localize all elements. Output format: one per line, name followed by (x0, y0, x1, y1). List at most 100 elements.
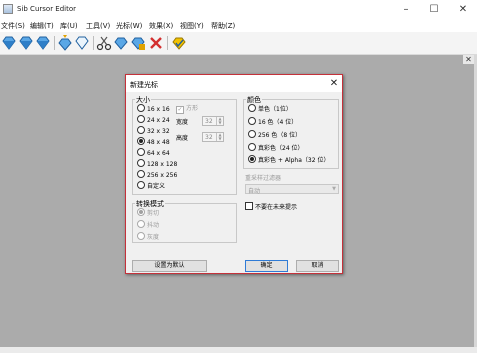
checkbox-box[interactable] (245, 202, 253, 210)
option-label: 128 x 128 (147, 161, 178, 168)
dialog-title: 新建光标 (130, 81, 158, 89)
radio-button[interactable] (137, 220, 145, 228)
option-label: 256 色（8 位） (258, 132, 302, 139)
app-icon (3, 4, 13, 14)
spinner-arrows-icon[interactable]: ▲ ▼ (216, 133, 223, 141)
checkmark-icon: ✓ (176, 106, 184, 114)
size-option-16[interactable]: 16 x 16 (137, 104, 170, 114)
height-value: 32 (205, 134, 213, 141)
size-option-64[interactable]: 64 x 64 (137, 148, 170, 158)
gem-icon[interactable] (113, 35, 129, 51)
gem-outline-icon[interactable] (74, 35, 90, 51)
ok-button[interactable]: 确定 (245, 260, 288, 272)
color-option-16[interactable]: 16 色（4 位） (248, 117, 297, 127)
option-label: 自定义 (147, 183, 166, 190)
height-label: 高度 (176, 135, 189, 142)
filter-label: 重采样过滤器 (245, 175, 282, 182)
radio-button[interactable] (137, 232, 145, 240)
radio-button[interactable] (137, 148, 145, 156)
radio-button[interactable] (248, 130, 256, 138)
gem-icon[interactable] (130, 35, 146, 51)
new-cursor-dialog: 新建光标 ✕ 大小 16 x 16 24 x 24 32 x 32 48 x 4… (125, 74, 343, 274)
radio-button-selected[interactable] (248, 155, 256, 163)
set-default-button[interactable]: 设置为默认 (132, 260, 207, 272)
square-checkbox[interactable]: ✓ 方形 (176, 104, 198, 114)
size-option-32[interactable]: 32 x 32 (137, 126, 170, 136)
color-option-mono[interactable]: 单色（1位） (248, 104, 292, 114)
option-label: 灰度 (147, 234, 160, 241)
height-spinner[interactable]: 32 ▲ ▼ (202, 132, 224, 142)
delete-icon[interactable] (148, 35, 164, 51)
size-option-128[interactable]: 128 x 128 (137, 159, 177, 169)
toolbar (0, 32, 477, 55)
option-label: 256 x 256 (147, 172, 178, 179)
close-button[interactable]: ✕ (449, 0, 477, 19)
option-label: 真彩色（24 位） (258, 145, 304, 152)
scissors-icon[interactable] (96, 35, 112, 51)
title-bar: Sib Cursor Editor – ☐ ✕ (0, 0, 477, 19)
convert-option-cut[interactable]: 剪切 (137, 208, 159, 218)
close-icon: ✕ (329, 78, 339, 89)
minimize-icon: – (403, 4, 409, 15)
radio-button[interactable] (137, 181, 145, 189)
option-label: 单色（1位） (258, 106, 292, 113)
menu-bar: 文件(S) 编辑(T) 库(U) 工具(V) 光标(W) 效果(X) 视图(Y)… (0, 19, 477, 32)
menu-file[interactable]: 文件(S) (1, 21, 25, 31)
menu-effects[interactable]: 效果(X) (149, 21, 173, 31)
menu-cursor[interactable]: 光标(W) (116, 21, 142, 31)
radio-button[interactable] (137, 159, 145, 167)
menu-help[interactable]: 帮助(Z) (211, 21, 235, 31)
status-bar (0, 347, 477, 353)
color-option-24bit[interactable]: 真彩色（24 位） (248, 143, 304, 153)
minimize-button[interactable]: – (392, 0, 420, 19)
gem-down-icon[interactable] (57, 35, 73, 51)
maximize-button[interactable]: ☐ (420, 0, 448, 19)
size-option-custom[interactable]: 自定义 (137, 181, 165, 191)
radio-button-selected[interactable] (137, 208, 145, 216)
convert-option-dither[interactable]: 抖动 (137, 220, 159, 230)
toolbar-separator (93, 36, 94, 50)
gem-check-icon[interactable] (171, 35, 187, 51)
gem-icon[interactable] (1, 35, 17, 51)
option-label: 24 x 24 (147, 117, 170, 124)
window-title: Sib Cursor Editor (17, 5, 77, 13)
size-option-256[interactable]: 256 x 256 (137, 170, 177, 180)
width-spinner[interactable]: 32 ▲ ▼ (202, 116, 224, 126)
menu-view[interactable]: 视图(Y) (180, 21, 204, 31)
menu-library[interactable]: 库(U) (60, 21, 78, 31)
toolbar-separator (54, 36, 55, 50)
option-label: 16 x 16 (147, 106, 170, 113)
checkbox-label: 方形 (186, 105, 199, 112)
app-window: Sib Cursor Editor – ☐ ✕ 文件(S) 编辑(T) 库(U)… (0, 0, 477, 353)
workspace-close-button[interactable]: ✕ (463, 55, 474, 64)
maximize-icon: ☐ (429, 4, 439, 15)
color-option-256[interactable]: 256 色（8 位） (248, 130, 301, 140)
no-prompt-checkbox[interactable]: 不要在未来提示 (245, 202, 297, 212)
option-label: 剪切 (147, 210, 160, 217)
spinner-arrows-icon[interactable]: ▲ ▼ (216, 117, 223, 125)
radio-button[interactable] (137, 126, 145, 134)
radio-button[interactable] (137, 170, 145, 178)
radio-button[interactable] (248, 117, 256, 125)
size-option-24[interactable]: 24 x 24 (137, 115, 170, 125)
radio-button[interactable] (137, 115, 145, 123)
filter-select[interactable]: 自动 ▼ (245, 184, 339, 195)
checkbox-label: 不要在未来提示 (255, 204, 298, 211)
gem-icon[interactable] (18, 35, 34, 51)
radio-button[interactable] (137, 104, 145, 112)
color-option-32bit[interactable]: 真彩色 + Alpha（32 位） (248, 155, 329, 165)
dialog-close-button[interactable]: ✕ (327, 76, 341, 91)
option-label: 16 色（4 位） (258, 119, 298, 126)
size-option-48[interactable]: 48 x 48 (137, 137, 170, 147)
radio-button[interactable] (248, 143, 256, 151)
convert-option-gray[interactable]: 灰度 (137, 232, 159, 242)
chevron-down-icon: ▼ (332, 186, 336, 192)
width-value: 32 (205, 118, 213, 125)
gem-icon[interactable] (35, 35, 51, 51)
menu-edit[interactable]: 编辑(T) (30, 21, 54, 31)
toolbar-separator (167, 36, 168, 50)
radio-button-selected[interactable] (137, 137, 145, 145)
cancel-button[interactable]: 取消 (296, 260, 339, 272)
radio-button[interactable] (248, 104, 256, 112)
menu-tools[interactable]: 工具(V) (86, 21, 110, 31)
